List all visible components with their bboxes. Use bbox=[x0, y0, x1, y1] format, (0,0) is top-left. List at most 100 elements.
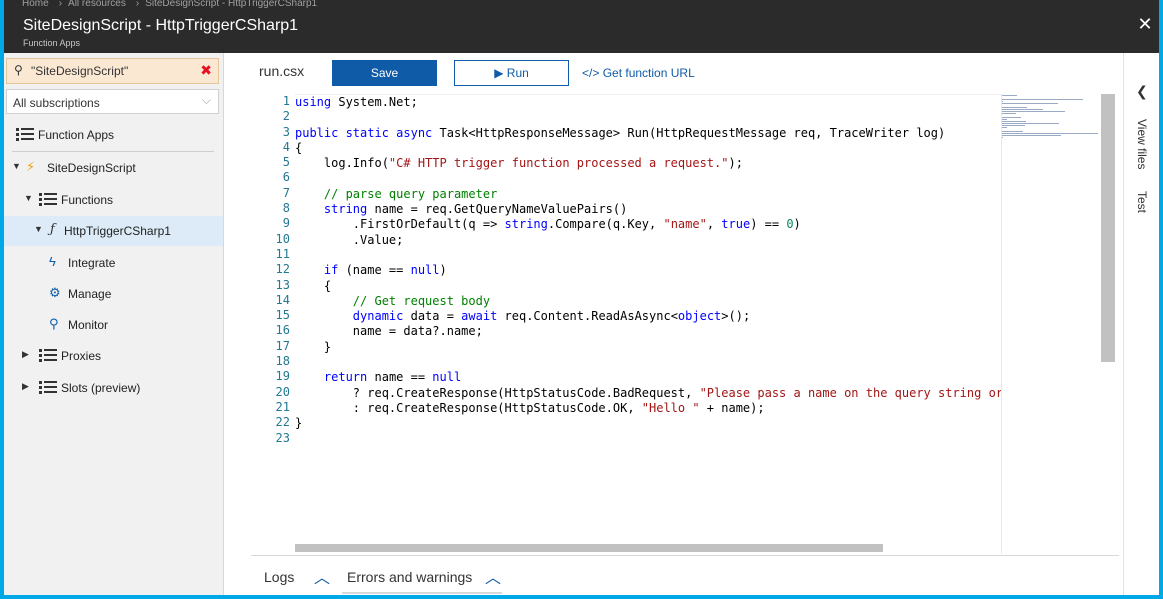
save-button[interactable]: Save bbox=[332, 60, 437, 86]
line-number: 12 bbox=[275, 262, 290, 277]
minimap-line bbox=[1002, 99, 1083, 100]
sidebar-item-function-apps[interactable]: Function Apps bbox=[4, 120, 223, 150]
code-line: : req.CreateResponse(HttpStatusCode.OK, … bbox=[295, 400, 765, 415]
sidebar-item-app[interactable]: ▼ ⚡ SiteDesignScript bbox=[4, 153, 223, 183]
line-number: 21 bbox=[275, 399, 290, 414]
file-name: run.csx bbox=[259, 63, 305, 79]
caret-down-icon[interactable]: ▼ bbox=[12, 161, 21, 171]
sidebar-item-label: Manage bbox=[68, 287, 112, 301]
blade-header: Home › All resources › SiteDesignScript - Ht… bbox=[4, 0, 1159, 53]
line-number: 22 bbox=[275, 415, 290, 430]
line-number: 8 bbox=[282, 201, 290, 216]
code-line: dynamic data = await req.Content.ReadAsA… bbox=[352, 309, 751, 324]
minimap-line bbox=[1002, 137, 1003, 138]
line-number: 15 bbox=[275, 308, 290, 323]
minimap-line bbox=[1002, 127, 1007, 128]
line-numbers: 1 2 3 4 5 6 7 8 9 10 11 12 13 14 15 16 17 18 19 20 21 22 23 bbox=[255, 94, 290, 446]
sidebar: ⚲ "SiteDesignScript" ✖ All subscriptions… bbox=[4, 53, 224, 595]
sidebar-item-manage[interactable]: ⚙ Manage bbox=[4, 279, 223, 309]
code-line: using System.Net; bbox=[295, 95, 418, 109]
breadcrumb-current[interactable]: SiteDesignScript - HttpTriggerCSharp1 bbox=[145, 0, 317, 9]
sidebar-item-label: Integrate bbox=[68, 256, 116, 270]
tab-view-files[interactable]: View files bbox=[1135, 119, 1149, 169]
tab-logs[interactable]: Logs bbox=[264, 569, 294, 585]
line-number: 23 bbox=[275, 430, 290, 445]
sidebar-item-integrate[interactable]: ϟ Integrate bbox=[4, 248, 223, 278]
breadcrumb-home[interactable]: Home bbox=[22, 0, 49, 9]
line-number: 19 bbox=[275, 369, 290, 384]
line-number: 5 bbox=[282, 155, 290, 170]
divider bbox=[12, 151, 214, 152]
minimap-line bbox=[1002, 113, 1016, 114]
minimap-line bbox=[1002, 121, 1027, 122]
search-input[interactable]: ⚲ "SiteDesignScript" ✖ bbox=[6, 58, 219, 84]
tab-test[interactable]: Test bbox=[1135, 191, 1149, 213]
minimap[interactable] bbox=[1001, 94, 1101, 554]
sidebar-item-proxies[interactable]: ▶ Proxies bbox=[4, 341, 223, 371]
get-function-url-label: Get function URL bbox=[602, 66, 695, 80]
code-line: string name = req.GetQueryNameValuePairs… bbox=[323, 202, 628, 217]
play-icon: ▶ bbox=[494, 66, 504, 80]
code-line: } bbox=[295, 416, 303, 431]
line-number: 2 bbox=[282, 109, 290, 124]
line-number: 13 bbox=[275, 277, 290, 292]
line-number: 17 bbox=[275, 338, 290, 353]
code-line: { bbox=[295, 278, 332, 293]
tab-errors-warnings[interactable]: Errors and warnings bbox=[347, 569, 472, 585]
right-panel: ❮ View files Test bbox=[1123, 53, 1159, 595]
code-line: { bbox=[295, 140, 303, 155]
line-number: 7 bbox=[282, 185, 290, 200]
run-label: Run bbox=[506, 66, 529, 80]
window-frame: Home › All resources › SiteDesignScript - Ht… bbox=[0, 0, 1163, 599]
vertical-scrollbar[interactable] bbox=[1101, 94, 1115, 362]
caret-down-icon[interactable]: ▼ bbox=[34, 224, 43, 234]
chevron-up-icon[interactable]: ︿ bbox=[485, 564, 501, 588]
clear-search-icon[interactable]: ✖ bbox=[200, 62, 212, 79]
line-number: 4 bbox=[282, 139, 290, 154]
line-number: 10 bbox=[275, 231, 290, 246]
sidebar-item-functions[interactable]: ▼ Functions bbox=[4, 185, 223, 215]
chevron-up-icon[interactable]: ︿ bbox=[314, 564, 330, 588]
sidebar-item-label: Monitor bbox=[68, 318, 109, 332]
subscription-value: All subscriptions bbox=[13, 96, 100, 110]
close-icon[interactable]: ✕ bbox=[1135, 14, 1155, 35]
minimap-line bbox=[1002, 117, 1021, 118]
chevron-left-icon[interactable]: ❮ bbox=[1136, 83, 1148, 100]
run-button[interactable]: ▶ Run bbox=[454, 60, 569, 86]
caret-right-icon[interactable]: ▶ bbox=[22, 349, 29, 360]
page-subtitle: Function Apps bbox=[23, 38, 81, 48]
subscription-select[interactable]: All subscriptions ⌵ bbox=[6, 89, 219, 114]
line-number: 9 bbox=[282, 216, 290, 231]
code-line: } bbox=[295, 339, 332, 354]
chevron-right-icon: › bbox=[135, 0, 140, 9]
function-icon: ƒ bbox=[50, 222, 55, 237]
minimap-line bbox=[1002, 109, 1044, 110]
code-line: return name == null bbox=[323, 370, 462, 385]
sidebar-item-slots[interactable]: ▶ Slots (preview) bbox=[4, 373, 223, 403]
list-icon bbox=[39, 349, 57, 363]
sidebar-item-label: Function Apps bbox=[38, 128, 115, 142]
code-area[interactable]: using System.Net; public static async Tas… bbox=[295, 94, 1001, 554]
code-line: .FirstOrDefault(q => string.Compare(q.Ke… bbox=[295, 217, 801, 232]
minimap-line bbox=[1002, 111, 1065, 112]
sidebar-item-monitor[interactable]: ⚲ Monitor bbox=[4, 310, 223, 340]
sidebar-item-function[interactable]: ▼ ƒ HttpTriggerCSharp1 bbox=[4, 216, 223, 246]
caret-right-icon[interactable]: ▶ bbox=[22, 381, 29, 392]
minimap-line bbox=[1002, 101, 1003, 102]
breadcrumb-all-resources[interactable]: All resources bbox=[68, 0, 126, 9]
code-editor[interactable]: 1 2 3 4 5 6 7 8 9 10 11 12 13 14 15 16 17 18 19 20 21 22 23 us… bbox=[255, 94, 1115, 554]
code-line: public static async Task<HttpResponseMes… bbox=[295, 125, 946, 140]
list-icon bbox=[39, 381, 57, 395]
search-icon: ⚲ bbox=[49, 316, 59, 331]
horizontal-scrollbar[interactable] bbox=[295, 544, 883, 552]
line-number: 1 bbox=[282, 94, 290, 108]
caret-down-icon[interactable]: ▼ bbox=[24, 193, 33, 203]
chevron-right-icon: › bbox=[58, 0, 63, 9]
get-function-url-link[interactable]: </> Get function URL bbox=[582, 66, 695, 80]
minimap-line bbox=[1002, 131, 1023, 132]
breadcrumb: Home › All resources › SiteDesignScript - Ht… bbox=[22, 0, 321, 9]
